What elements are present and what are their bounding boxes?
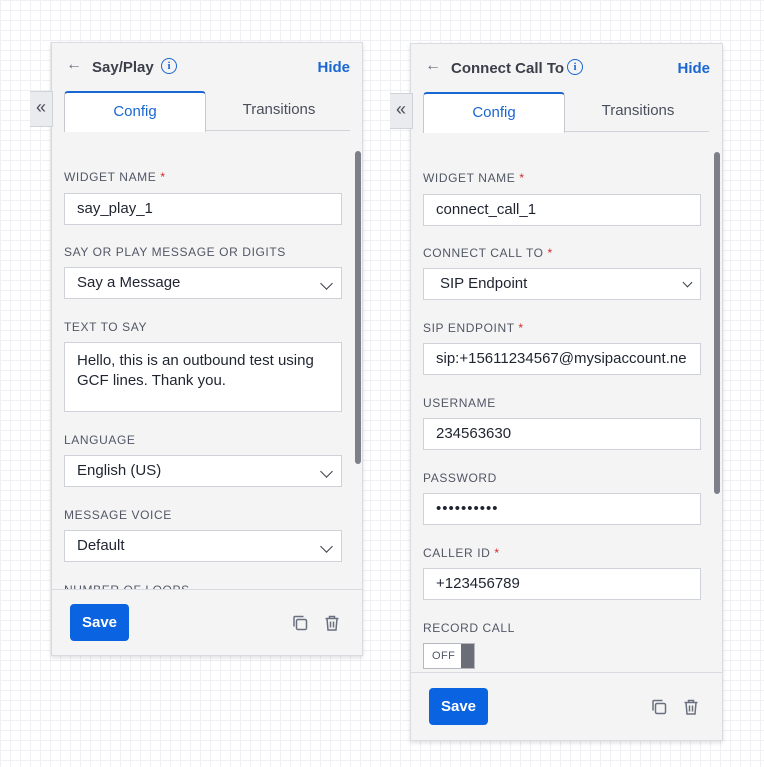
save-button[interactable]: Save bbox=[70, 604, 129, 641]
language-value: English (US) bbox=[77, 462, 162, 479]
scrollbar[interactable] bbox=[714, 152, 720, 494]
widget-name-label: WIDGET NAME * bbox=[423, 171, 525, 185]
caller-id-label: CALLER ID * bbox=[423, 546, 500, 560]
connect-call-panel: ← Connect Call To i Hide Config Transiti… bbox=[410, 43, 723, 741]
tab-config[interactable]: Config bbox=[423, 92, 565, 133]
double-chevron-left-icon[interactable]: « bbox=[390, 93, 413, 129]
say-or-play-value: Say a Message bbox=[77, 274, 181, 291]
connect-call-to-label: CONNECT CALL TO * bbox=[423, 246, 553, 260]
text-to-say-label: TEXT TO SAY bbox=[64, 320, 148, 334]
copy-icon[interactable] bbox=[650, 698, 668, 716]
chevron-down-icon bbox=[320, 277, 333, 290]
say-or-play-label: SAY OR PLAY MESSAGE OR DIGITS bbox=[64, 245, 286, 259]
message-voice-select[interactable]: Default bbox=[64, 530, 342, 562]
panel-header: ← Connect Call To i Hide bbox=[411, 44, 722, 92]
username-input[interactable]: 234563630 bbox=[423, 418, 701, 450]
password-label: PASSWORD bbox=[423, 471, 497, 485]
widget-name-input[interactable]: connect_call_1 bbox=[423, 194, 701, 226]
widget-name-input[interactable]: say_play_1 bbox=[64, 193, 342, 225]
required-marker: * bbox=[547, 246, 553, 260]
required-marker: * bbox=[519, 171, 525, 185]
password-input[interactable]: •••••••••• bbox=[423, 493, 701, 525]
panel-footer: Save bbox=[52, 589, 362, 655]
message-voice-value: Default bbox=[77, 537, 125, 554]
required-marker: * bbox=[518, 321, 524, 335]
tab-transitions[interactable]: Transitions bbox=[568, 92, 708, 130]
toggle-knob bbox=[461, 644, 474, 668]
chevron-down-icon bbox=[682, 277, 693, 288]
panel-header: ← Say/Play i Hide bbox=[52, 43, 362, 91]
info-icon[interactable]: i bbox=[567, 59, 583, 75]
language-label: LANGUAGE bbox=[64, 433, 136, 447]
arrow-left-icon[interactable]: ← bbox=[66, 56, 82, 74]
scrollbar[interactable] bbox=[355, 151, 361, 464]
say-play-panel: ← Say/Play i Hide Config Transitions WID… bbox=[51, 42, 363, 656]
sip-endpoint-label: SIP ENDPOINT * bbox=[423, 321, 524, 335]
arrow-left-icon[interactable]: ← bbox=[425, 57, 441, 75]
copy-icon[interactable] bbox=[291, 614, 309, 632]
chevron-down-icon bbox=[320, 540, 333, 553]
chevron-down-icon bbox=[320, 465, 333, 478]
tab-bar: Config Transitions bbox=[64, 91, 350, 132]
record-call-toggle[interactable]: OFF bbox=[423, 643, 475, 669]
record-call-label: RECORD CALL bbox=[423, 621, 515, 635]
message-voice-label: MESSAGE VOICE bbox=[64, 508, 172, 522]
connect-call-to-select[interactable]: SIP Endpoint bbox=[423, 268, 701, 300]
language-select[interactable]: English (US) bbox=[64, 455, 342, 487]
tab-bar: Config Transitions bbox=[423, 92, 709, 133]
double-chevron-left-icon[interactable]: « bbox=[30, 91, 53, 127]
panel-title: Say/Play bbox=[92, 59, 154, 76]
username-label: USERNAME bbox=[423, 396, 496, 410]
required-marker: * bbox=[494, 546, 500, 560]
panel-footer: Save bbox=[411, 672, 722, 740]
trash-icon[interactable] bbox=[682, 698, 700, 716]
save-button[interactable]: Save bbox=[429, 688, 488, 725]
required-marker: * bbox=[160, 170, 166, 184]
hide-button[interactable]: Hide bbox=[317, 59, 350, 76]
sip-endpoint-input[interactable]: sip:+15611234567@mysipaccount.ne bbox=[423, 343, 701, 375]
caller-id-input[interactable]: +123456789 bbox=[423, 568, 701, 600]
trash-icon[interactable] bbox=[323, 614, 341, 632]
hide-button[interactable]: Hide bbox=[677, 60, 710, 77]
tab-config[interactable]: Config bbox=[64, 91, 206, 132]
toggle-state: OFF bbox=[432, 650, 456, 662]
widget-name-label: WIDGET NAME * bbox=[64, 170, 166, 184]
tab-transitions[interactable]: Transitions bbox=[209, 91, 349, 129]
panel-title: Connect Call To bbox=[451, 60, 565, 77]
info-icon[interactable]: i bbox=[161, 58, 177, 74]
text-to-say-textarea[interactable]: Hello, this is an outbound test using GC… bbox=[64, 342, 342, 412]
say-or-play-select[interactable]: Say a Message bbox=[64, 267, 342, 299]
connect-call-to-value: SIP Endpoint bbox=[440, 275, 528, 292]
